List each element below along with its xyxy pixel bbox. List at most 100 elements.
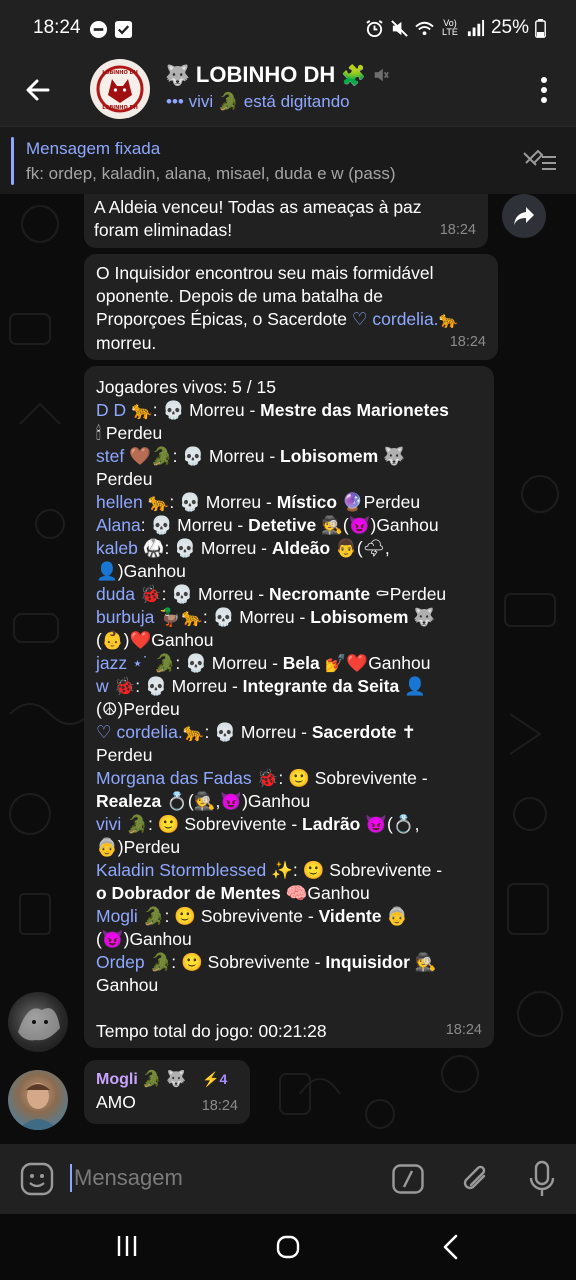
player-name[interactable]: stef 🤎🐊 <box>96 446 173 466</box>
pinned-indicator <box>11 137 14 185</box>
player-status-text: : 🙂 Sobrevivente - <box>292 860 443 880</box>
player-role: Realeza <box>96 791 162 811</box>
nav-back-icon[interactable] <box>441 1234 459 1260</box>
player-name[interactable]: Ordep 🐊 <box>96 952 171 972</box>
wolf-avatar[interactable] <box>8 992 68 1052</box>
player-line: (😈)Ganhou <box>96 928 482 951</box>
player-role: Sacerdote <box>311 722 397 742</box>
player-role: Inquisidor <box>325 952 410 972</box>
player-name[interactable]: w 🐞 <box>96 676 135 696</box>
player-status-text: 🕵(😈)Ganhou <box>316 515 439 535</box>
player-line: Perdeu <box>96 744 482 767</box>
message-bubble-village-won[interactable]: A Aldeia venceu! Todas as ameaças à paz … <box>84 194 488 248</box>
system-nav-bar <box>0 1214 576 1280</box>
message-bubble-mogli[interactable]: Mogli 🐊 🐺 ⚡4 AMO 18:24 <box>84 1060 250 1124</box>
player-name[interactable]: ♡ cordelia.🐆 <box>96 722 205 742</box>
player-line: 👤)Ganhou <box>96 560 482 583</box>
emoji-sticker-icon[interactable] <box>20 1162 54 1196</box>
player-role: Vidente <box>318 906 382 926</box>
player-name[interactable]: Kaladin Stormblessed ✨ <box>96 860 293 880</box>
player-line: ♡ cordelia.🐆: 💀 Morreu - Sacerdote ✝ <box>96 721 482 744</box>
message-bubble-inquisitor[interactable]: O Inquisidor encontrou seu mais formidáv… <box>84 254 498 360</box>
pinned-text: fk: ordep, kaladin, alana, misael, duda … <box>26 164 396 183</box>
player-name[interactable]: burbuja 🦆🐆 <box>96 607 203 627</box>
muted-speaker-icon <box>374 68 390 82</box>
player-status-text: 👵)Perdeu <box>96 837 181 857</box>
pinned-message-bar[interactable]: Mensagem fixada fk: ordep, kaladin, alan… <box>0 126 576 194</box>
player-status-text: : 💀 Morreu - <box>175 653 283 673</box>
player-status-text: : 💀 Morreu - <box>140 515 249 535</box>
player-status-text: : 🙂 Sobrevivente - <box>164 906 319 926</box>
recent-apps-icon[interactable] <box>116 1234 138 1258</box>
chat-header: LOBINHO DH LOBINHO DH 🐺 LOBINHO DH 🧩 •••… <box>0 58 576 126</box>
player-name[interactable]: Mogli 🐊 <box>96 906 164 926</box>
player-line: 👵)Perdeu <box>96 836 482 859</box>
bot-commands-icon[interactable] <box>392 1164 424 1194</box>
back-arrow-icon[interactable] <box>20 72 56 108</box>
player-name[interactable]: duda 🐞 <box>96 584 162 604</box>
player-line: Realeza 💍(🕵,😈)Ganhou <box>96 790 482 813</box>
player-name[interactable]: jazz ⋆˙ 🐊 <box>96 653 175 673</box>
player-name[interactable]: vivi 🐊 <box>96 814 148 834</box>
player-status-text: : 🙂 Sobrevivente - <box>147 814 303 834</box>
wolf-photo-icon <box>18 1008 60 1041</box>
mention-cordelia[interactable]: ♡ cordelia. <box>352 309 439 329</box>
player-status-text: : 🙂 Sobrevivente - <box>278 768 428 788</box>
text-caret <box>70 1164 72 1192</box>
player-status-text: : 💀 Morreu - <box>169 492 277 512</box>
microphone-icon[interactable] <box>528 1160 556 1198</box>
player-name[interactable]: hellen 🐆 <box>96 492 169 512</box>
player-status-text: 😈(💍, <box>360 814 420 834</box>
chat-title[interactable]: 🐺 LOBINHO DH 🧩 <box>165 62 390 88</box>
typing-status: ••• vivi 🐊 está digitando <box>166 92 350 111</box>
title-suffix-emoji: 🧩 <box>341 64 367 87</box>
avatar-text-bottom: LOBINHO DH <box>102 105 138 111</box>
player-status-text: 👤)Ganhou <box>96 561 186 581</box>
group-avatar[interactable]: LOBINHO DH LOBINHO DH <box>90 59 150 119</box>
sender-name[interactable]: Mogli <box>96 1068 138 1091</box>
chat-area[interactable]: A Aldeia venceu! Todas as ameaças à paz … <box>0 194 576 1144</box>
player-line: Ganhou <box>96 974 482 997</box>
player-name[interactable]: Morgana das Fadas 🐞 <box>96 768 278 788</box>
attach-icon[interactable] <box>460 1162 492 1196</box>
player-name[interactable]: Alana <box>96 515 141 535</box>
player-role: Detetive <box>248 515 317 535</box>
player-line: Alana: 💀 Morreu - Detetive 🕵(😈)Ganhou <box>96 514 482 537</box>
share-button[interactable] <box>502 194 546 238</box>
player-role: Mestre das Marionetes <box>260 400 449 420</box>
player-status-text: : 💀 Morreu - <box>204 722 312 742</box>
message-time: 18:24 <box>201 1098 238 1114</box>
message-composer: Mensagem <box>0 1144 576 1214</box>
person-photo-icon <box>18 1083 58 1130</box>
player-status-text: : 💀 Morreu - <box>135 676 243 696</box>
home-icon[interactable] <box>276 1235 300 1259</box>
player-name[interactable]: kaleb 🥋 <box>96 538 165 558</box>
status-time: 18:24 <box>33 17 81 38</box>
player-line: Ordep 🐊: 🙂 Sobrevivente - Inquisidor 🕵 <box>96 951 482 974</box>
message-text-line: O Inquisidor encontrou seu mais formidáv… <box>96 263 434 283</box>
more-options-icon[interactable] <box>536 74 552 106</box>
player-line: o Dobrador de Mentes 🧠Ganhou <box>96 882 482 905</box>
message-input[interactable]: Mensagem <box>70 1158 360 1198</box>
player-status-text: 👵 <box>381 906 409 926</box>
message-time: 18:24 <box>439 222 476 238</box>
mogli-avatar[interactable] <box>8 1070 68 1130</box>
player-status-text: Ganhou <box>96 975 159 995</box>
pinned-list-icon[interactable] <box>522 149 558 175</box>
player-status-text: Perdeu <box>96 469 153 489</box>
avatar-text-top: LOBINHO DH <box>102 70 138 76</box>
player-status-text: 👤 <box>399 676 426 696</box>
player-status-text: (☮)Perdeu <box>96 699 180 719</box>
player-status-text: 🐺 <box>408 607 436 627</box>
message-time: 18:24 <box>449 334 486 350</box>
players-alive-header: Jogadores vivos: 5 / 15 <box>96 377 276 397</box>
player-status-text: : 💀 Morreu - <box>164 538 272 558</box>
player-status-text: 🔮Perdeu <box>337 492 421 512</box>
player-role: Místico <box>276 492 338 512</box>
player-line: jazz ⋆˙ 🐊: 💀 Morreu - Bela 💅❤️Ganhou <box>96 652 482 675</box>
share-arrow-icon <box>514 207 534 225</box>
message-bubble-players-list[interactable]: Jogadores vivos: 5 / 15 D D 🐆 : 💀 Morreu … <box>84 366 494 1048</box>
player-name[interactable]: D D 🐆 <box>96 400 153 420</box>
message-text-line: oponente. Depois de uma batalha de <box>96 286 384 306</box>
total-game-time: Tempo total do jogo: 00:21:28 <box>96 1021 327 1041</box>
